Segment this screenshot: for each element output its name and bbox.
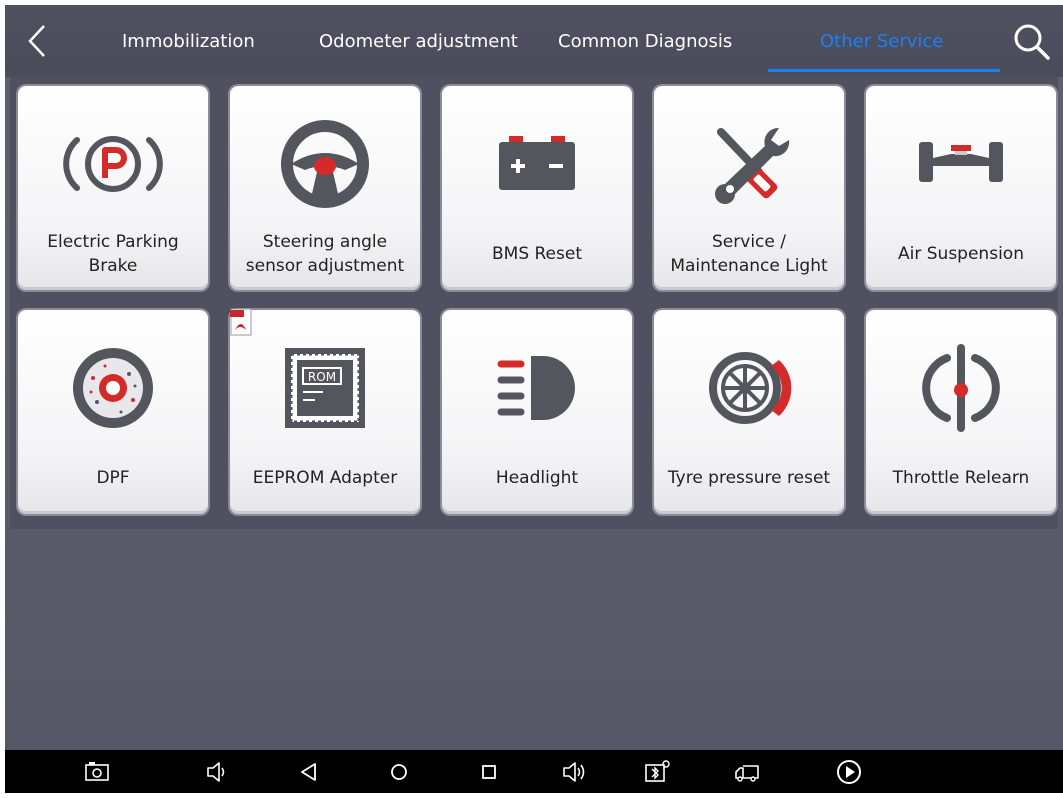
tab-common-diagnosis[interactable]: Common Diagnosis xyxy=(558,27,732,57)
tile-air-suspension[interactable]: Air Suspension xyxy=(866,86,1056,290)
tile-eeprom-adapter[interactable]: ROM EEPROM Adapter xyxy=(230,308,420,514)
home-circle-icon[interactable] xyxy=(385,758,413,786)
steering-wheel-icon xyxy=(281,120,369,208)
tile-throttle-relearn[interactable]: Throttle Relearn xyxy=(866,310,1056,514)
tab-immobilization[interactable]: Immobilization xyxy=(122,27,255,57)
battery-icon xyxy=(499,136,575,190)
play-icon[interactable] xyxy=(835,758,863,786)
tile-label: Throttle Relearn xyxy=(892,468,1030,488)
top-bar: Immobilization Odometer adjustment Commo… xyxy=(5,5,1063,77)
tile-headlight[interactable]: Headlight xyxy=(442,310,632,514)
wrench-screwdriver-icon xyxy=(715,127,790,204)
tile-label: Tyre pressure reset xyxy=(667,468,831,488)
vci-bluetooth-icon[interactable] xyxy=(643,758,671,786)
pdf-icon xyxy=(230,308,252,336)
tile-steering-angle[interactable]: Steering angle sensor adjustment xyxy=(230,86,420,290)
tile-label: DPF xyxy=(96,468,130,488)
volume-down-icon[interactable] xyxy=(203,758,231,786)
tile-label: Headlight xyxy=(495,468,579,488)
throttle-icon xyxy=(922,344,1000,432)
tile-bms-reset[interactable]: BMS Reset xyxy=(442,86,632,290)
tile-dpf[interactable]: DPF xyxy=(18,310,208,514)
parking-brake-icon xyxy=(63,136,163,192)
back-button[interactable] xyxy=(19,21,59,61)
svg-text:ROM: ROM xyxy=(308,370,336,384)
search-icon xyxy=(1014,24,1050,60)
volume-up-icon[interactable] xyxy=(561,758,589,786)
tile-electric-parking-brake[interactable]: Electric Parking Brake xyxy=(18,86,208,290)
back-triangle-icon[interactable] xyxy=(295,758,323,786)
screenshot-icon[interactable] xyxy=(83,758,111,786)
axle-icon xyxy=(919,142,1003,182)
tile-label: BMS Reset xyxy=(491,244,582,264)
tile-label: EEPROM Adapter xyxy=(252,468,398,488)
tab-other-service[interactable]: Other Service xyxy=(820,27,943,57)
system-nav-bar xyxy=(5,750,1063,793)
active-tab-indicator xyxy=(768,69,1000,72)
function-grid: Electric Parking Brake Steering angle se… xyxy=(10,77,1058,529)
tile-service-light[interactable]: Service / Maintenance Light xyxy=(654,86,844,290)
particulate-filter-icon xyxy=(73,348,153,428)
tile-label: Electric Parking Brake xyxy=(47,232,179,276)
headlight-icon xyxy=(497,356,575,420)
recents-square-icon[interactable] xyxy=(475,758,503,786)
app-screen: Immobilization Odometer adjustment Commo… xyxy=(5,5,1063,793)
truck-icon[interactable] xyxy=(733,758,761,786)
search-button[interactable] xyxy=(1011,21,1051,61)
tile-label: Air Suspension xyxy=(898,244,1024,264)
chevron-left-icon xyxy=(28,25,45,57)
tile-label: Steering angle sensor adjustment xyxy=(245,232,405,276)
tile-tyre-pressure-reset[interactable]: Tyre pressure reset xyxy=(654,310,844,514)
tyre-brake-icon xyxy=(709,352,792,424)
rom-chip-icon: ROM xyxy=(285,348,365,428)
tab-odometer-adjustment[interactable]: Odometer adjustment xyxy=(319,27,518,57)
tile-label: Service / Maintenance Light xyxy=(670,232,828,276)
